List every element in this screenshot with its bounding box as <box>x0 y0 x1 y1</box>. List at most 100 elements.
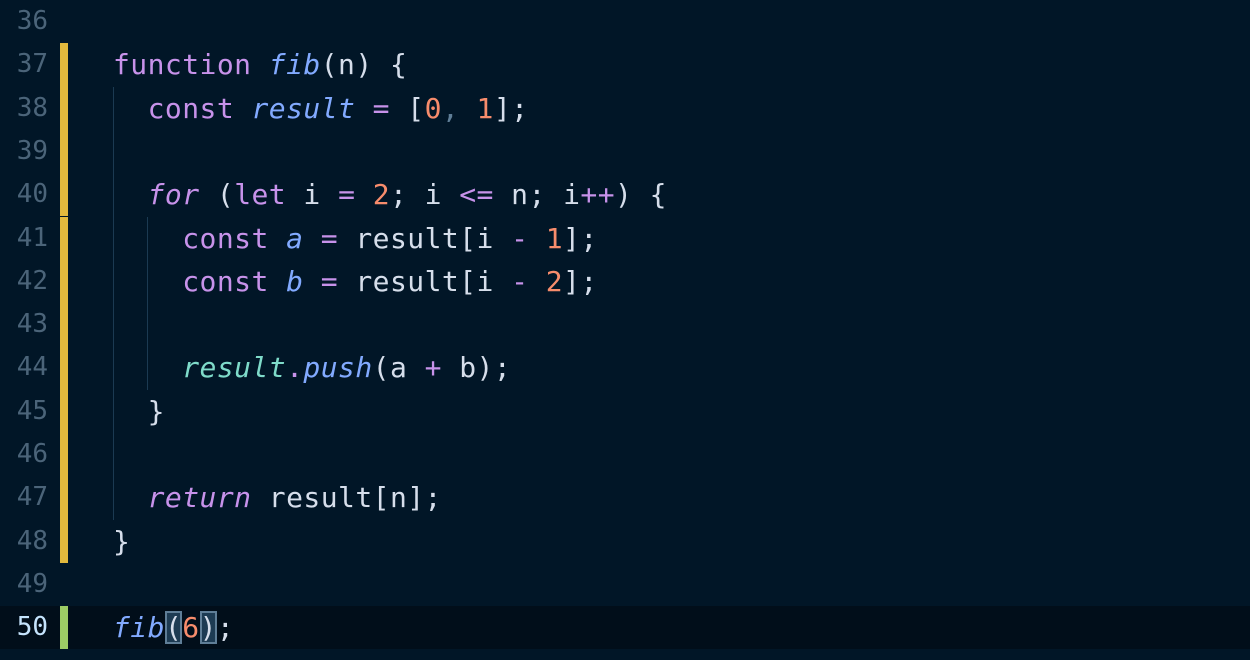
code-line[interactable]: 36 <box>0 0 1250 43</box>
git-modified-marker[interactable] <box>60 476 68 520</box>
code-token: 1 <box>476 91 494 125</box>
code-text: for (let i = 2; i <= n; i++) { <box>113 173 667 216</box>
git-modified-marker[interactable] <box>60 129 68 174</box>
code-line[interactable]: 50 fib(6); <box>0 606 1250 650</box>
code-token: n; i <box>493 178 581 212</box>
code-line[interactable]: 40 for (let i = 2; i <= n; i++) { <box>0 173 1250 217</box>
code-line[interactable]: 38 const result = [0, 1]; <box>0 86 1250 130</box>
code-text: result.push(a + b); <box>113 346 511 389</box>
git-modified-marker[interactable] <box>60 346 68 390</box>
code-token: <= <box>459 178 494 212</box>
code-token: for <box>147 178 200 212</box>
code-editor[interactable]: 36 37 function fib(n) {38 const result = [… <box>0 0 1250 660</box>
code-token: 2 <box>545 264 564 298</box>
git-modified-marker[interactable] <box>60 216 68 260</box>
code-line[interactable]: 43 <box>0 303 1250 347</box>
code-line[interactable]: 39 <box>0 129 1250 174</box>
code-token: result[n]; <box>251 481 442 515</box>
line-number: 44 <box>16 352 48 383</box>
line-number: 49 <box>16 568 48 599</box>
code-token: ]; <box>493 91 529 125</box>
line-number: 37 <box>16 49 48 80</box>
code-token: let <box>234 178 287 212</box>
git-modified-marker[interactable] <box>60 173 68 217</box>
code-line[interactable]: 47 return result[n]; <box>0 476 1250 520</box>
code-line[interactable]: 41 const a = result[i - 1]; <box>0 216 1250 260</box>
git-modified-marker[interactable] <box>60 389 68 433</box>
code-line[interactable]: 37 function fib(n) { <box>0 43 1250 87</box>
code-token: function <box>113 48 252 82</box>
code-token: - <box>511 221 529 255</box>
matched-bracket: ( <box>164 611 183 645</box>
code-token: = <box>372 91 390 125</box>
matched-bracket: ) <box>199 611 217 645</box>
git-modified-marker[interactable] <box>60 303 68 347</box>
code-token: ( <box>199 178 235 212</box>
code-token: - <box>511 264 529 298</box>
code-token: ) { <box>615 178 667 212</box>
code-token: ]; <box>563 221 598 255</box>
line-number: 46 <box>16 439 48 469</box>
code-text: } <box>113 390 165 433</box>
line-number: 40 <box>16 179 48 210</box>
code-token: (a <box>372 351 425 385</box>
git-modified-marker[interactable] <box>60 519 68 563</box>
code-text: fib(6); <box>113 606 234 649</box>
code-token: ++ <box>580 178 616 212</box>
line-number: 48 <box>16 525 48 556</box>
indent-guide <box>113 86 114 520</box>
code-token: ]; <box>563 264 598 298</box>
code-token: = <box>320 264 339 298</box>
git-modified-marker[interactable] <box>60 86 68 130</box>
code-line[interactable]: 42 const b = result[i - 2]; <box>0 259 1250 304</box>
code-token: = <box>320 221 339 255</box>
code-line[interactable]: 49 <box>0 563 1250 606</box>
git-modified-marker[interactable] <box>60 43 68 87</box>
code-text: return result[n]; <box>113 476 442 519</box>
code-line[interactable]: 45 } <box>0 389 1250 433</box>
code-token: push <box>303 351 373 385</box>
code-text: function fib(n) { <box>113 43 407 86</box>
code-token: 0 <box>424 91 442 125</box>
indent-guide <box>147 216 148 390</box>
code-line[interactable]: 48} <box>0 519 1250 563</box>
line-number: 42 <box>16 265 48 296</box>
code-token: fib <box>113 611 165 645</box>
git-added-marker[interactable] <box>60 606 68 650</box>
code-token: const <box>182 221 269 255</box>
code-token: fib <box>268 48 321 82</box>
code-text: } <box>113 520 130 563</box>
code-token: 1 <box>545 221 564 255</box>
line-number: 41 <box>16 222 48 253</box>
line-number: 36 <box>16 6 48 36</box>
code-token: } <box>113 394 165 428</box>
code-token: const <box>182 264 269 298</box>
code-line[interactable]: 44 result.push(a + b); <box>0 346 1250 390</box>
git-modified-marker[interactable] <box>60 259 68 304</box>
line-number: 50 <box>16 612 48 643</box>
line-number: 43 <box>16 309 48 340</box>
line-number: 38 <box>16 92 48 123</box>
code-text: const result = [0, 1]; <box>113 87 528 130</box>
code-token: const <box>147 91 235 125</box>
code-token: result <box>182 351 287 385</box>
code-token: a <box>286 221 304 255</box>
line-number: 47 <box>16 482 48 513</box>
code-token: (n) { <box>320 48 408 82</box>
git-modified-marker[interactable] <box>60 433 68 477</box>
code-token: b); <box>441 351 512 385</box>
code-text: const a = result[i - 1]; <box>113 217 598 260</box>
code-line[interactable]: 46 <box>0 433 1250 477</box>
